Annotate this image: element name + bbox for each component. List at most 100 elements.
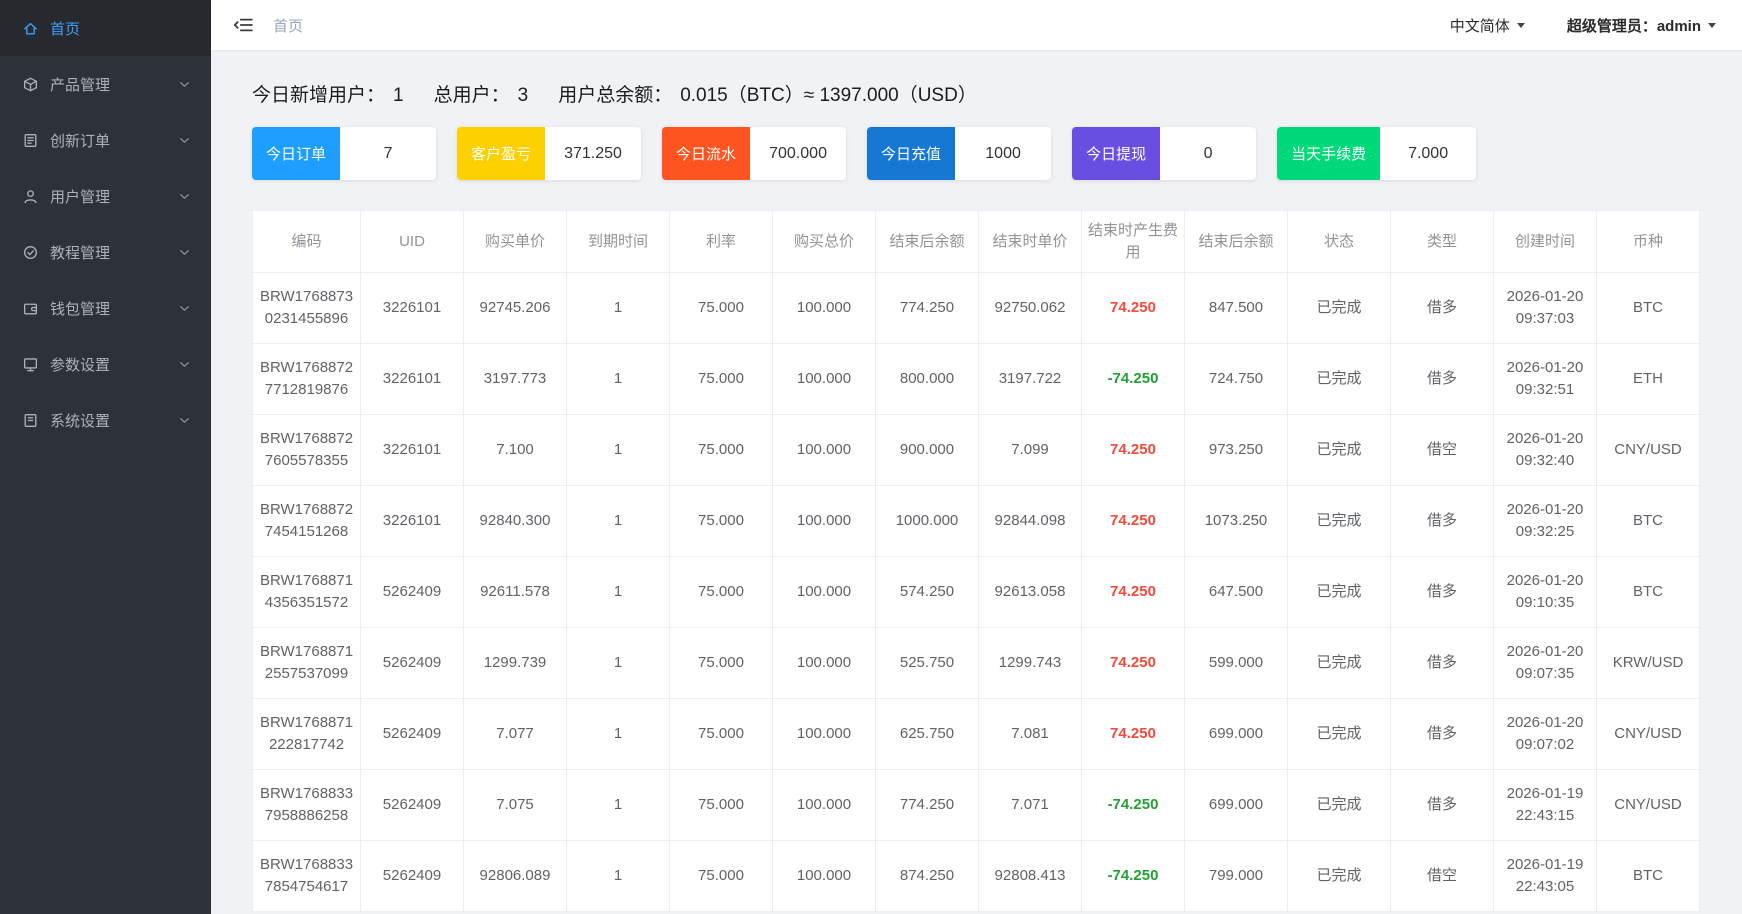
cell-total: 100.000 <box>772 840 876 912</box>
cell-status: 已完成 <box>1287 485 1391 557</box>
breadcrumb[interactable]: 首页 <box>273 15 303 36</box>
cell-buy_price: 92611.578 <box>463 556 567 628</box>
column-header: 币种 <box>1596 210 1700 273</box>
cell-expire: 1 <box>566 840 670 912</box>
cell-balance_after: 625.750 <box>875 698 979 770</box>
cell-created: 2026-01-20 09:07:02 <box>1493 698 1597 770</box>
cell-expire: 1 <box>566 769 670 841</box>
summary-label: 用户总余额： <box>558 85 673 106</box>
user-menu[interactable]: 超级管理员：admin <box>1567 15 1716 36</box>
chevron-down-icon <box>176 132 193 149</box>
chevron-down-icon <box>176 356 193 373</box>
cell-uid: 5262409 <box>360 769 464 841</box>
cell-code: BRW17688727454151268 <box>252 485 361 557</box>
sidebar-item-label: 产品管理 <box>50 76 111 94</box>
stat-card-value: 371.250 <box>564 144 622 162</box>
cell-fee: 74.250 <box>1081 272 1185 344</box>
table-row: BRW17688712557537099 5262409 1299.739 1 75.0… <box>252 627 1700 699</box>
cell-end_balance: 1073.250 <box>1184 485 1288 557</box>
cell-total: 100.000 <box>772 556 876 628</box>
cell-buy_price: 3197.773 <box>463 343 567 415</box>
stat-card: 今日订单 7 <box>252 127 437 180</box>
sidebar-item-wallet[interactable]: 钱包管理 <box>0 280 211 336</box>
cell-uid: 3226101 <box>360 272 464 344</box>
cell-currency: CNY/USD <box>1596 698 1700 770</box>
cell-fee: 74.250 <box>1081 627 1185 699</box>
cell-rate: 75.000 <box>669 272 773 344</box>
sidebar-menu: 首页产品管理创新订单 用户管理 教程管理钱包管理参数设置系统设置 <box>0 0 211 448</box>
cell-type: 借多 <box>1390 343 1494 415</box>
cell-currency: BTC <box>1596 272 1700 344</box>
table-row: BRW17688337854754617 5262409 92806.089 1 75.… <box>252 840 1700 912</box>
chevron-down-icon <box>176 188 193 205</box>
cell-end_price: 92808.413 <box>978 840 1082 912</box>
chevron-down-icon <box>176 244 193 261</box>
sidebar-item-user[interactable]: 用户管理 <box>0 168 211 224</box>
summary-item: 今日新增用户： 1 <box>252 80 404 107</box>
cell-buy_price: 92745.206 <box>463 272 567 344</box>
sidebar-item-home[interactable]: 首页 <box>0 0 211 56</box>
language-selector[interactable]: 中文简体 <box>1450 15 1525 36</box>
table-row: BRW17688730231455896 3226101 92745.206 1 75.… <box>252 272 1700 344</box>
menu-fold-icon[interactable] <box>233 16 253 34</box>
user-label: 超级管理员：admin <box>1566 17 1701 35</box>
sidebar-item-order[interactable]: 创新订单 <box>0 112 211 168</box>
cell-fee: -74.250 <box>1081 769 1185 841</box>
cell-end_price: 7.099 <box>978 414 1082 486</box>
cell-status: 已完成 <box>1287 627 1391 699</box>
cell-status: 已完成 <box>1287 414 1391 486</box>
cell-rate: 75.000 <box>669 698 773 770</box>
cell-type: 借多 <box>1390 698 1494 770</box>
tutorial-icon <box>22 244 39 261</box>
cell-total: 100.000 <box>772 272 876 344</box>
cell-end_balance: 647.500 <box>1184 556 1288 628</box>
cell-buy_price: 92806.089 <box>463 840 567 912</box>
column-header: 结束后余额 <box>1184 210 1288 273</box>
cell-type: 借多 <box>1390 769 1494 841</box>
system-icon <box>22 412 39 429</box>
cell-created: 2026-01-20 09:32:25 <box>1493 485 1597 557</box>
stat-card-value: 1000 <box>985 144 1021 162</box>
cell-end_balance: 724.750 <box>1184 343 1288 415</box>
cell-end_price: 1299.743 <box>978 627 1082 699</box>
cell-code: BRW1768871222817742 <box>252 698 361 770</box>
stat-card-label: 客户盈亏 <box>457 127 546 180</box>
stat-card-value: 7 <box>383 144 393 162</box>
sidebar-item-label: 参数设置 <box>50 356 111 374</box>
sidebar-item-product[interactable]: 产品管理 <box>0 56 211 112</box>
cell-created: 2026-01-20 09:10:35 <box>1493 556 1597 628</box>
chevron-down-icon <box>176 300 193 317</box>
cell-code: BRW17688337854754617 <box>252 840 361 912</box>
cell-created: 2026-01-19 22:43:15 <box>1493 769 1597 841</box>
cell-end_balance: 599.000 <box>1184 627 1288 699</box>
stat-card: 客户盈亏 371.250 <box>457 127 642 180</box>
cell-total: 100.000 <box>772 769 876 841</box>
cell-fee: 74.250 <box>1081 698 1185 770</box>
cell-currency: BTC <box>1596 840 1700 912</box>
cell-type: 借空 <box>1390 840 1494 912</box>
column-header: 结束时产生费用 <box>1081 210 1185 273</box>
cell-created: 2026-01-20 09:32:51 <box>1493 343 1597 415</box>
sidebar-item-label: 钱包管理 <box>50 300 111 318</box>
sidebar-item-system[interactable]: 系统设置 <box>0 392 211 448</box>
sidebar-item-tutorial[interactable]: 教程管理 <box>0 224 211 280</box>
cell-type: 借多 <box>1390 556 1494 628</box>
cell-rate: 75.000 <box>669 627 773 699</box>
cell-end_balance: 799.000 <box>1184 840 1288 912</box>
cell-created: 2026-01-20 09:37:03 <box>1493 272 1597 344</box>
sidebar-item-label: 系统设置 <box>50 412 111 430</box>
summary-value: 3 <box>517 85 529 106</box>
cell-buy_price: 1299.739 <box>463 627 567 699</box>
cell-expire: 1 <box>566 698 670 770</box>
sidebar-item-params[interactable]: 参数设置 <box>0 336 211 392</box>
cell-fee: -74.250 <box>1081 343 1185 415</box>
cell-status: 已完成 <box>1287 840 1391 912</box>
cell-buy_price: 7.075 <box>463 769 567 841</box>
topbar-right: 中文简体 超级管理员：admin <box>1450 15 1716 36</box>
table-row: BRW17688337958886258 5262409 7.075 1 75.000 1… <box>252 769 1700 841</box>
cell-balance_after: 800.000 <box>875 343 979 415</box>
chevron-down-icon <box>1516 22 1525 28</box>
stat-card-label: 今日订单 <box>252 127 341 180</box>
cell-uid: 3226101 <box>360 414 464 486</box>
cell-fee: 74.250 <box>1081 485 1185 557</box>
